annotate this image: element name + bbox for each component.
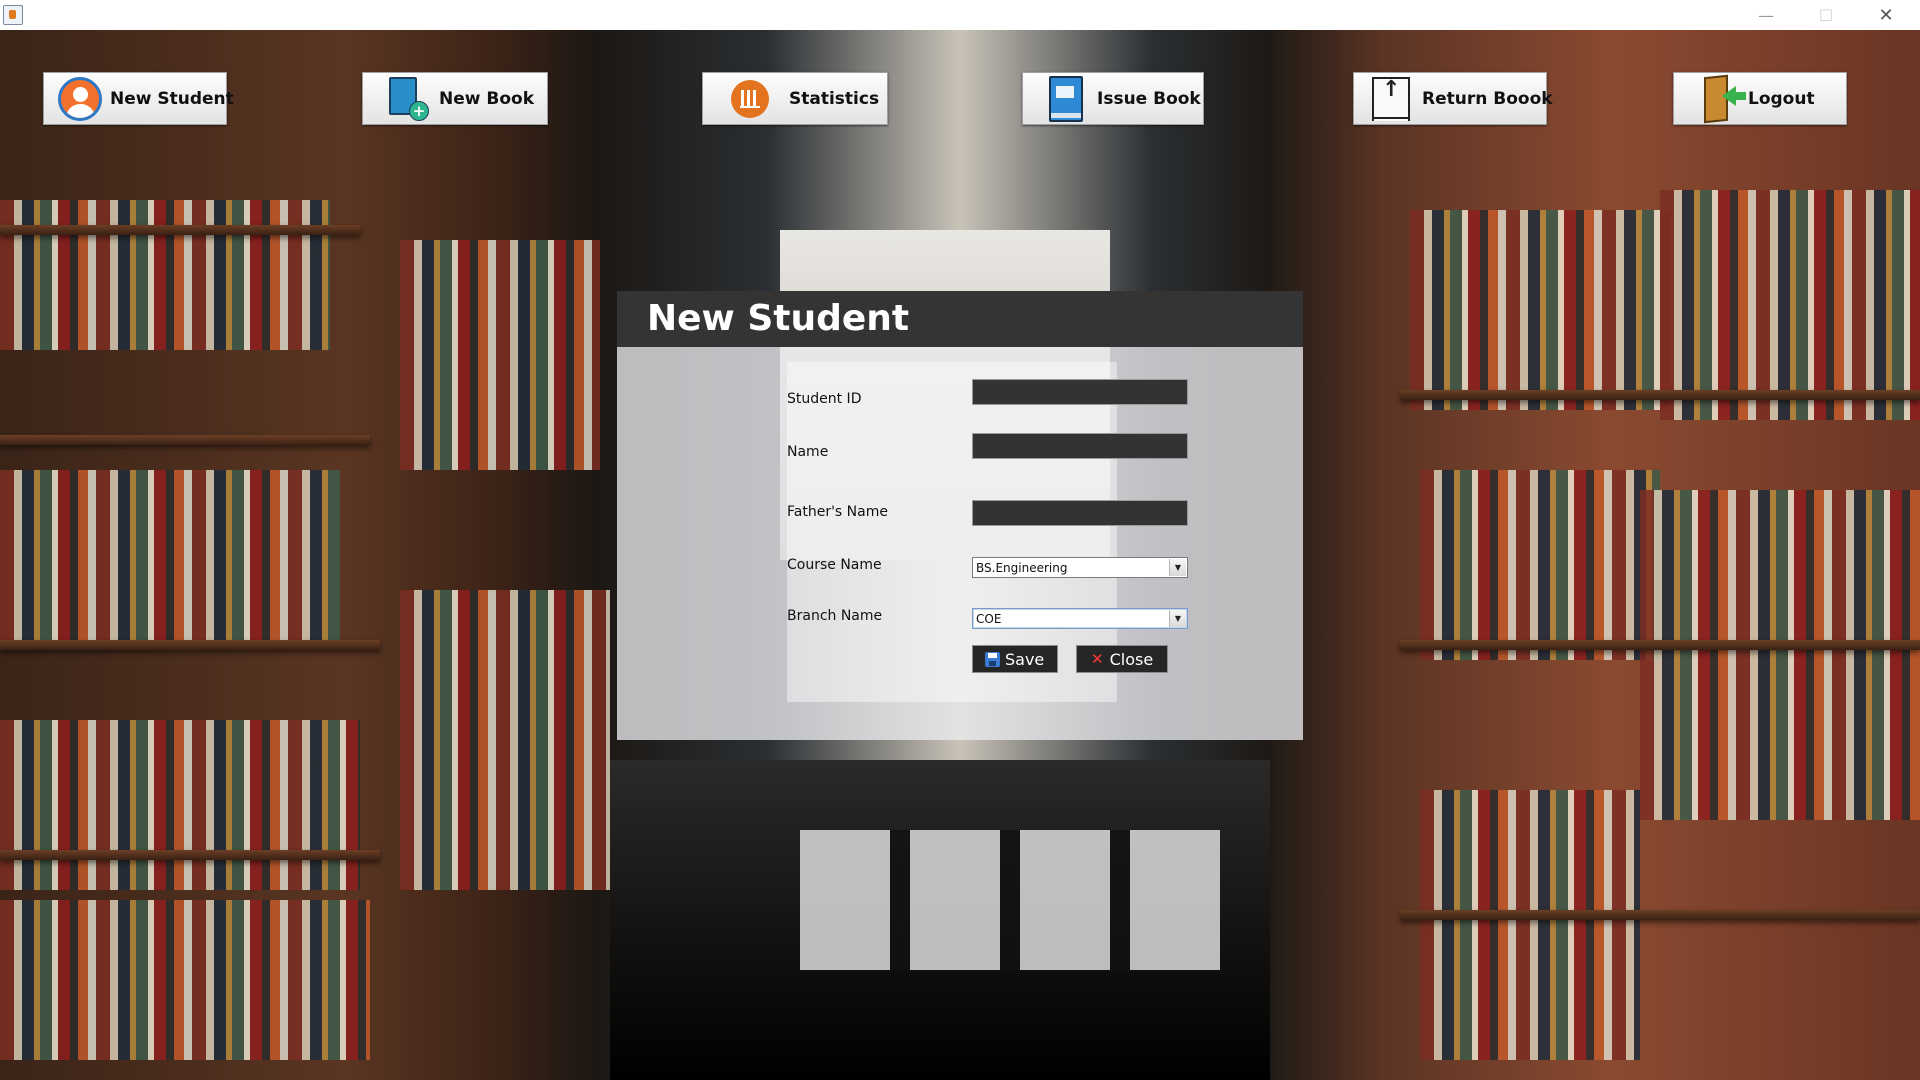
issue-book-icon: [1049, 75, 1083, 122]
course-name-label: Course Name: [787, 557, 882, 573]
logout-label: Logout: [1748, 88, 1815, 109]
course-name-value: BS.Engineering: [976, 560, 1068, 575]
close-icon: ✕: [1091, 650, 1104, 668]
return-book-icon: [1372, 76, 1410, 121]
close-label: Close: [1109, 649, 1154, 669]
chevron-down-icon[interactable]: ▼: [1169, 559, 1186, 576]
issue-book-button[interactable]: Issue Book: [1022, 72, 1204, 125]
new-book-label: New Book: [439, 88, 535, 109]
course-name-select[interactable]: BS.Engineering ▼: [972, 557, 1188, 578]
branch-name-value: COE: [976, 611, 1002, 626]
fathers-name-input[interactable]: [972, 500, 1188, 526]
minimize-icon[interactable]: —: [1736, 0, 1796, 30]
statistics-label: Statistics: [789, 88, 880, 109]
student-icon: [58, 76, 102, 121]
logout-icon: [1704, 76, 1746, 122]
window-title-bar: — ☐ ✕: [0, 0, 1920, 31]
maximize-icon[interactable]: ☐: [1796, 0, 1856, 30]
close-button[interactable]: ✕ Close: [1076, 645, 1168, 673]
java-app-icon: [3, 5, 23, 25]
save-button[interactable]: Save: [972, 645, 1058, 673]
save-label: Save: [1005, 649, 1045, 669]
student-id-input[interactable]: [972, 379, 1188, 405]
floppy-disk-icon: [985, 651, 1000, 667]
return-book-button[interactable]: Return Boook: [1353, 72, 1553, 125]
close-window-icon[interactable]: ✕: [1856, 0, 1916, 30]
name-input[interactable]: [972, 433, 1188, 459]
new-student-label: New Student: [110, 88, 234, 109]
chevron-down-icon[interactable]: ▼: [1169, 610, 1186, 627]
new-book-button[interactable]: New Book: [362, 72, 548, 125]
logout-button[interactable]: Logout: [1673, 72, 1847, 125]
fathers-name-label: Father's Name: [787, 504, 888, 520]
dialog-header: New Student: [617, 291, 1303, 347]
issue-book-label: Issue Book: [1097, 88, 1201, 109]
student-id-label: Student ID: [787, 391, 862, 407]
statistics-button[interactable]: Statistics: [702, 72, 888, 125]
dialog-title: New Student: [647, 298, 910, 339]
new-student-button[interactable]: New Student: [43, 72, 234, 125]
branch-name-select[interactable]: COE ▼: [972, 608, 1188, 629]
new-book-icon: [387, 76, 429, 121]
statistics-icon: [731, 79, 769, 118]
name-label: Name: [787, 444, 829, 460]
return-book-label: Return Boook: [1422, 88, 1553, 109]
branch-name-label: Branch Name: [787, 608, 883, 624]
new-student-form: Student ID Name Father's Name Course Nam…: [617, 347, 1303, 740]
